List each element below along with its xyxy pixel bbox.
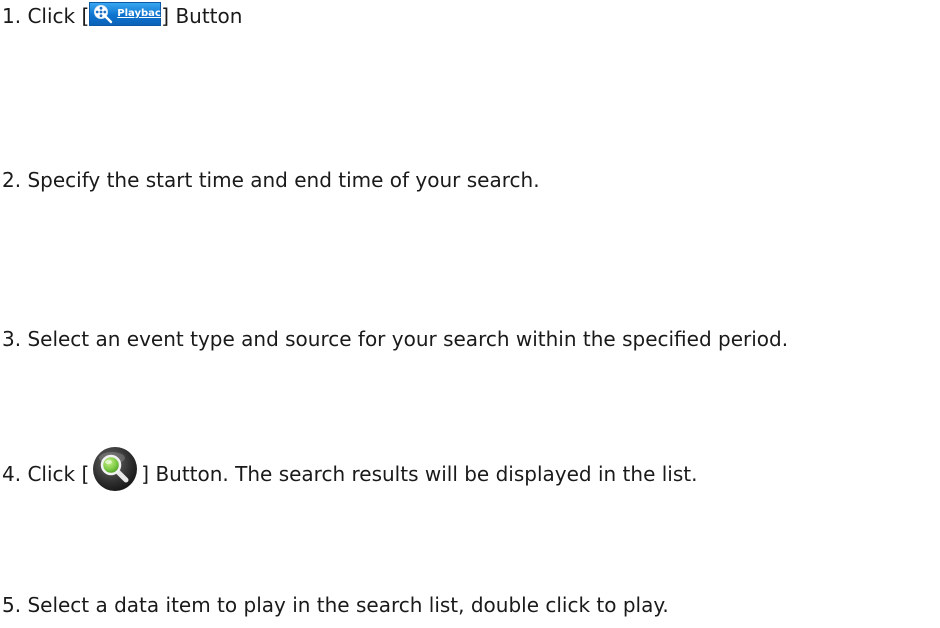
step-3: 3. Select an event type and source for y… xyxy=(2,326,788,352)
step-4-number: 4. xyxy=(2,462,22,486)
step-4: 4. Click [ ] Button. The search results … xyxy=(2,447,698,491)
step-3-text: 3. Select an event type and source for y… xyxy=(2,327,789,351)
playback-button-label: Playback xyxy=(117,8,168,19)
step-1-text-after: ] Button xyxy=(161,4,243,28)
film-reel-magnifier-icon xyxy=(94,5,113,24)
step-5: 5. Select a data item to play in the sea… xyxy=(2,592,669,618)
step-1: 1. Click [ Playback ] Button xyxy=(2,2,243,29)
search-magnifier-icon xyxy=(93,447,138,491)
search-button[interactable] xyxy=(92,446,138,492)
step-5-text: 5. Select a data item to play in the sea… xyxy=(2,593,669,617)
step-4-text-before: Click [ xyxy=(27,462,90,486)
step-1-text-before: Click [ xyxy=(27,4,90,28)
step-4-text-after: ] Button. The search results will be dis… xyxy=(141,462,698,486)
step-2-text: 2. Specify the start time and end time o… xyxy=(2,168,540,192)
playback-button-wrapper: Playback xyxy=(89,2,167,26)
playback-button[interactable]: Playback xyxy=(89,2,167,26)
step-1-number: 1. xyxy=(2,4,22,28)
step-2: 2. Specify the start time and end time o… xyxy=(2,167,540,193)
